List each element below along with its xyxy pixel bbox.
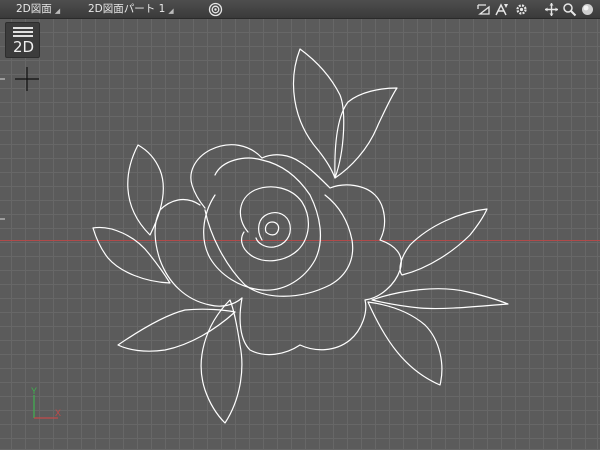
swirl-center — [264, 221, 280, 236]
crosshair-cursor-icon — [15, 67, 39, 91]
leaf-right-lower — [371, 288, 509, 310]
leaf-bottom — [200, 299, 243, 424]
leaf-top-right — [334, 87, 398, 179]
swirl-inner — [255, 212, 291, 248]
leaf-right — [399, 208, 488, 276]
view-mode-label: 2D — [12, 38, 35, 56]
petal-middle — [203, 157, 321, 291]
leaf-left-upper — [127, 144, 164, 236]
cad-2d-app: 2D図面 ◢ 2D図面パート 1 ◢ Y X 2D — [0, 0, 600, 450]
drawing-overlay: Y X — [0, 48, 600, 424]
leaf-top — [292, 48, 345, 179]
petal-top — [190, 144, 263, 209]
swirl-outer — [239, 186, 309, 262]
y-axis-label: Y — [31, 386, 37, 396]
rose-drawing[interactable] — [92, 48, 509, 424]
view-mode-2d-button[interactable]: 2D — [5, 22, 40, 58]
axis-indicator: Y X — [31, 386, 61, 419]
petal-right — [239, 154, 402, 356]
leaf-bottom-right — [367, 301, 443, 386]
x-axis-label: X — [55, 408, 61, 418]
swirl-tail — [241, 231, 253, 257]
petal-left — [154, 198, 243, 307]
